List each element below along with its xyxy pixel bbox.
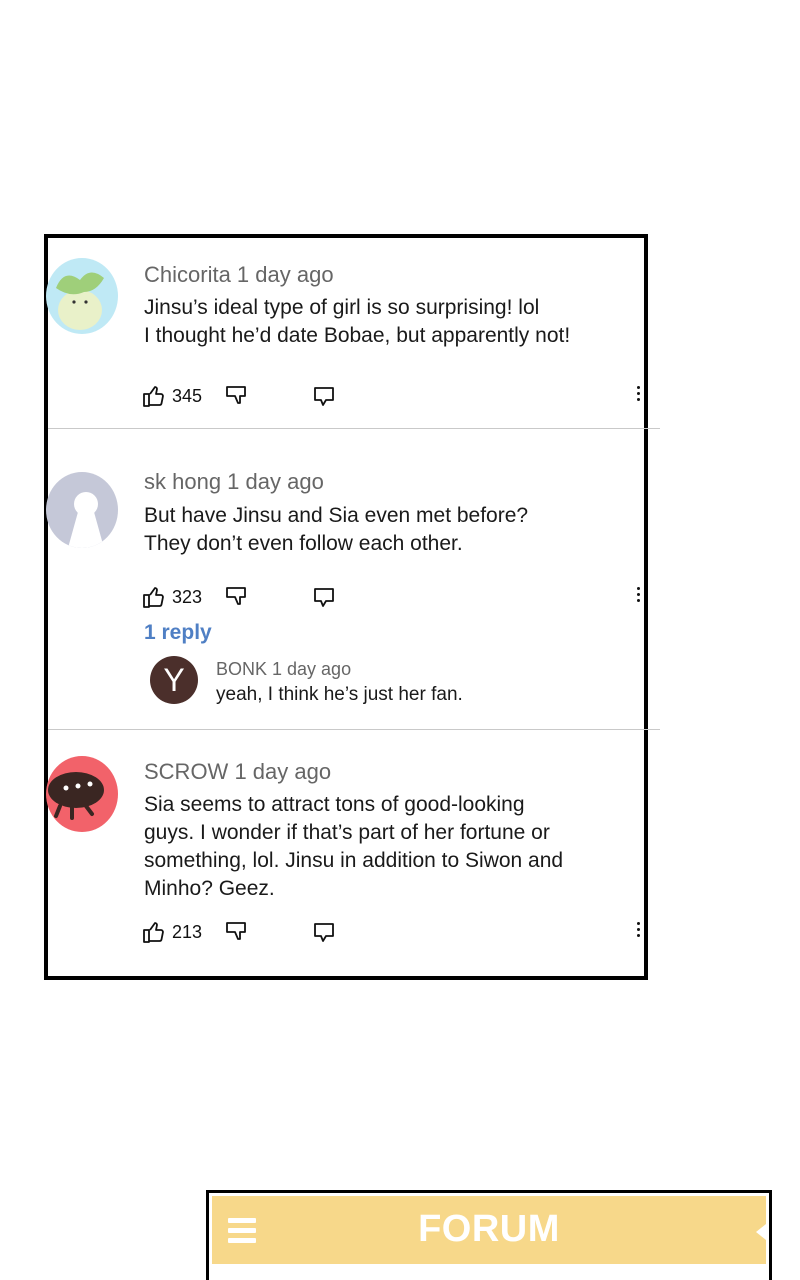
user-avatar[interactable] bbox=[46, 472, 118, 548]
like-count: 213 bbox=[172, 921, 203, 942]
comment-icon bbox=[314, 387, 334, 406]
thumbs-up-icon bbox=[143, 922, 164, 943]
forum-title: FORUM bbox=[418, 1208, 560, 1250]
comment-icon bbox=[314, 588, 334, 607]
comment-actions: 323 bbox=[142, 585, 642, 613]
forum-panel: FORUM bbox=[206, 1190, 772, 1280]
thumbs-up-icon bbox=[143, 587, 164, 608]
comment-line: But have Jinsu and Sia even met before? bbox=[144, 504, 529, 527]
forum-header: FORUM bbox=[212, 1196, 766, 1264]
comment-line: guys. I wonder if that’s part of her for… bbox=[144, 821, 550, 844]
thumbs-up-icon bbox=[143, 386, 164, 407]
like-count: 345 bbox=[172, 385, 203, 406]
thumbs-down-icon bbox=[226, 587, 246, 605]
dislike-button[interactable] bbox=[224, 585, 248, 609]
thumbs-down-icon bbox=[226, 922, 246, 940]
comment-divider bbox=[48, 428, 660, 429]
comment-line: Minho? Geez. bbox=[144, 877, 275, 900]
thumbs-down-icon bbox=[226, 386, 246, 404]
more-options-icon[interactable] bbox=[634, 922, 642, 942]
reply-text: yeah, I think he’s just her fan. bbox=[216, 684, 463, 705]
user-avatar[interactable] bbox=[46, 258, 118, 334]
user-avatar[interactable] bbox=[46, 756, 118, 832]
like-button[interactable]: 345 bbox=[142, 384, 202, 408]
like-button[interactable]: 323 bbox=[142, 585, 202, 609]
comment-text: Sia seems to attract tons of good-lookin… bbox=[144, 791, 563, 903]
comment-author: Chicorita 1 day ago bbox=[144, 262, 334, 287]
reply-button[interactable] bbox=[312, 384, 336, 408]
comment-panel: Chicorita 1 day ago Jinsu’s ideal type o… bbox=[44, 234, 660, 980]
comment-line: I thought he’d date Bobae, but apparentl… bbox=[144, 324, 571, 347]
comment-line: Sia seems to attract tons of good-lookin… bbox=[144, 793, 525, 816]
reply-author: BONK 1 day ago bbox=[216, 659, 352, 679]
comment-text: Jinsu’s ideal type of girl is so surpris… bbox=[144, 294, 570, 350]
comment-actions: 345 bbox=[142, 384, 642, 412]
view-replies-link[interactable]: 1 reply bbox=[144, 621, 212, 645]
chevron-left-icon[interactable] bbox=[756, 1224, 766, 1240]
dislike-button[interactable] bbox=[224, 384, 248, 408]
comment-author: SCROW 1 day ago bbox=[144, 759, 332, 784]
like-count: 323 bbox=[172, 586, 203, 607]
reply-button[interactable] bbox=[312, 585, 336, 609]
reply-button[interactable] bbox=[312, 920, 336, 944]
reply-avatar[interactable]: Y bbox=[150, 656, 198, 704]
comment-divider bbox=[48, 729, 660, 730]
comment-line: Jinsu’s ideal type of girl is so surpris… bbox=[144, 296, 540, 319]
more-options-icon[interactable] bbox=[634, 587, 642, 607]
like-button[interactable]: 213 bbox=[142, 920, 202, 944]
comment-author: sk hong 1 day ago bbox=[144, 469, 324, 494]
comment-line: They don’t even follow each other. bbox=[144, 532, 463, 555]
dislike-button[interactable] bbox=[224, 920, 248, 944]
comment-text: But have Jinsu and Sia even met before? … bbox=[144, 502, 528, 558]
comment-actions: 213 bbox=[142, 920, 642, 948]
comment-icon bbox=[314, 923, 334, 942]
more-options-icon[interactable] bbox=[634, 386, 642, 406]
comment-line: something, lol. Jinsu in addition to Siw… bbox=[144, 849, 564, 872]
